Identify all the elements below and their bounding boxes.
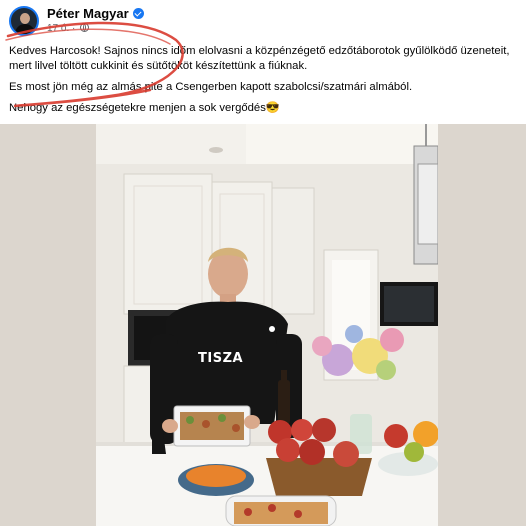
post-text-line: Nehogy az egészségetekre menjen a sok ve… xyxy=(9,102,280,114)
post-header: Péter Magyar 17 ó. · xyxy=(0,0,526,40)
globe-icon xyxy=(80,23,90,32)
post-text-line: Es most jön még az almás pite a Csengerb… xyxy=(9,81,413,93)
post-meta: 17 ó. · xyxy=(47,23,90,34)
photo-margin-right xyxy=(438,124,526,526)
verified-icon xyxy=(132,8,144,19)
post-photo[interactable]: TISZA xyxy=(96,124,438,526)
avatar[interactable] xyxy=(9,6,39,36)
kitchen-scene xyxy=(96,124,438,526)
post-time[interactable]: 17 ó. xyxy=(47,23,69,34)
post-text: Kedves Harcosok! Sajnos nincs időm elolv… xyxy=(9,44,519,116)
photo-margin-left xyxy=(0,124,96,526)
post-text-line: mert lilvel töltött cukkinit és sütőtökö… xyxy=(9,60,308,72)
author-name[interactable]: Péter Magyar xyxy=(47,6,129,21)
hoodie-logo: TISZA xyxy=(198,351,244,366)
author-name-row: Péter Magyar xyxy=(47,6,144,21)
post-text-line: Kedves Harcosok! Sajnos nincs időm elolv… xyxy=(9,45,510,57)
